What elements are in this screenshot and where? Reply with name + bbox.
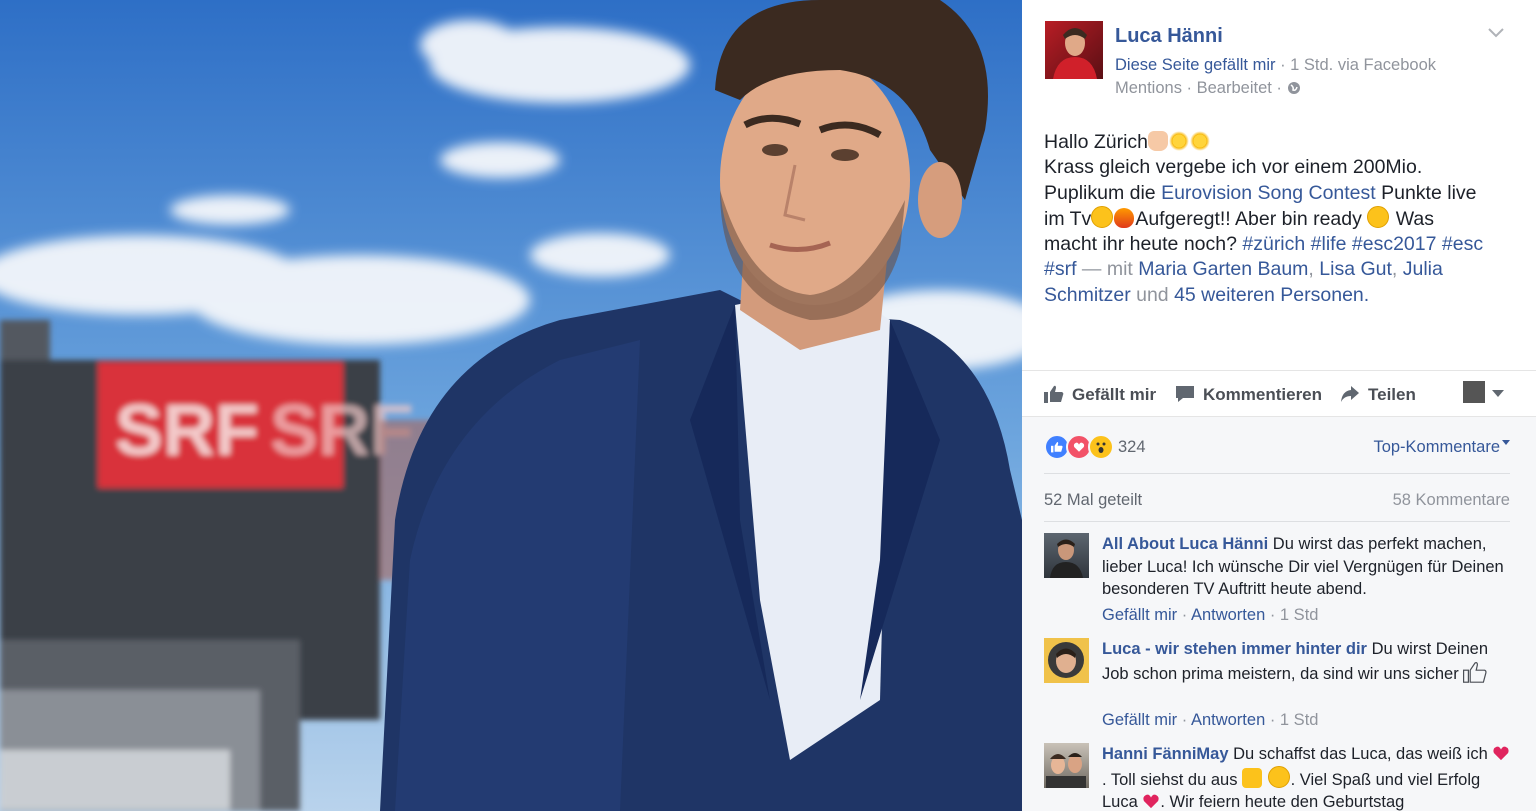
sun-emoji-icon — [1169, 131, 1190, 151]
comment-time[interactable]: 1 Std — [1280, 711, 1319, 729]
comment-like-link[interactable]: Gefällt mir — [1102, 711, 1177, 729]
thumbs-up-emoji-icon — [1463, 661, 1487, 690]
smile-emoji-icon — [1367, 205, 1390, 228]
caret-down-icon — [1502, 440, 1510, 445]
divider — [1044, 521, 1510, 522]
comment-item: All About Luca Hänni Du wirst das perfek… — [1044, 533, 1514, 633]
commenter-avatar[interactable] — [1044, 638, 1089, 683]
share-icon — [1340, 385, 1360, 408]
share-button[interactable]: Teilen — [1340, 385, 1416, 408]
caret-down-icon[interactable] — [1492, 385, 1504, 403]
tagged-person-link[interactable]: Maria Garten Baum — [1138, 258, 1308, 280]
viewer-avatar[interactable] — [1463, 381, 1485, 403]
comments-count[interactable]: 58 Kommentare — [1393, 491, 1510, 510]
thumbs-up-icon — [1044, 385, 1064, 408]
commenter-avatar[interactable] — [1044, 533, 1089, 578]
sun-emoji-icon — [1190, 131, 1211, 151]
chevron-down-icon[interactable] — [1487, 26, 1505, 42]
comment-item: Luca - wir stehen immer hinter dir Du wi… — [1044, 638, 1514, 738]
comment-item: Hanni FänniMay Du schaffst das Luca, das… — [1044, 743, 1514, 811]
comment-footer: Gefällt mir · Antworten · 1 Std — [1102, 711, 1319, 729]
hashtag-link[interactable]: #zürich — [1242, 233, 1305, 255]
comment-reply-link[interactable]: Antworten — [1191, 606, 1265, 624]
post-time[interactable]: 1 Std. via Facebook — [1290, 56, 1436, 74]
wow-reaction-icon — [1088, 434, 1114, 460]
feedback-section: 324 Top-Kommentare 52 Mal geteilt 58 Kom… — [1022, 416, 1536, 811]
tagged-others-link[interactable]: 45 weiteren Personen. — [1174, 284, 1369, 306]
srf-sign-text: SRF — [115, 391, 259, 471]
post-meta-line2: Mentions · Bearbeitet · — [1115, 79, 1301, 100]
comment-sort-dropdown[interactable]: Top-Kommentare — [1373, 438, 1510, 457]
fire-emoji-icon — [1114, 207, 1135, 228]
like-page-link[interactable]: Diese Seite gefällt mir — [1115, 56, 1275, 74]
post-meta-line1: Diese Seite gefällt mir · 1 Std. via Fac… — [1115, 56, 1436, 74]
heart-eyes-emoji-icon — [1267, 765, 1290, 788]
laughing-emoji-icon — [1091, 205, 1114, 228]
comment-time[interactable]: 1 Std — [1280, 606, 1319, 624]
comment-footer: Gefällt mir · Antworten · 1 Std — [1102, 606, 1319, 624]
hashtag-link[interactable]: #life — [1311, 233, 1347, 255]
commenter-name[interactable]: Hanni FänniMay — [1102, 745, 1229, 763]
heart-emoji-icon — [1142, 793, 1160, 809]
comment-body: Hanni FänniMay Du schaffst das Luca, das… — [1102, 743, 1512, 811]
comment-like-link[interactable]: Gefällt mir — [1102, 606, 1177, 624]
hashtag-link[interactable]: #esc2017 — [1352, 233, 1437, 255]
divider — [1044, 473, 1510, 474]
like-button[interactable]: Gefällt mir — [1044, 385, 1156, 408]
shares-count[interactable]: 52 Mal geteilt — [1044, 491, 1142, 510]
commenter-name[interactable]: Luca - wir stehen immer hinter dir — [1102, 640, 1367, 658]
globe-icon — [1287, 81, 1301, 100]
mentions-link[interactable]: Mentions — [1115, 79, 1182, 97]
comment-reply-link[interactable]: Antworten — [1191, 711, 1265, 729]
commenter-avatar[interactable] — [1044, 743, 1089, 788]
comment-body: Luca - wir stehen immer hinter dir Du wi… — [1102, 638, 1512, 689]
thumbs-up-emoji-icon — [1242, 767, 1263, 788]
reactions-count[interactable]: 324 — [1118, 438, 1146, 457]
commenter-name[interactable]: All About Luca Hänni — [1102, 535, 1268, 553]
edited-link[interactable]: Bearbeitet — [1197, 79, 1272, 97]
author-avatar[interactable] — [1045, 21, 1103, 79]
page-link-eurovision[interactable]: Eurovision Song Contest — [1161, 182, 1376, 204]
hashtag-link[interactable]: #esc — [1442, 233, 1483, 255]
comment-icon — [1175, 385, 1195, 408]
hashtag-link[interactable]: #srf — [1044, 258, 1077, 280]
post-text: Hallo Zürich Krass gleich vergebe ich vo… — [1044, 131, 1484, 306]
post-side-panel: Luca Hänni Diese Seite gefällt mir · 1 S… — [1022, 0, 1536, 811]
post-photo[interactable]: SRF SRF — [0, 0, 1022, 811]
comment-body: All About Luca Hänni Du wirst das perfek… — [1102, 535, 1504, 599]
post-action-bar: Gefällt mir Kommentieren Teilen — [1022, 370, 1536, 417]
comment-button[interactable]: Kommentieren — [1175, 385, 1322, 408]
heart-emoji-icon — [1492, 745, 1510, 761]
tagged-person-link[interactable]: Lisa Gut — [1319, 258, 1392, 280]
author-name[interactable]: Luca Hänni — [1115, 25, 1223, 48]
raising-hands-emoji-icon — [1148, 131, 1169, 151]
